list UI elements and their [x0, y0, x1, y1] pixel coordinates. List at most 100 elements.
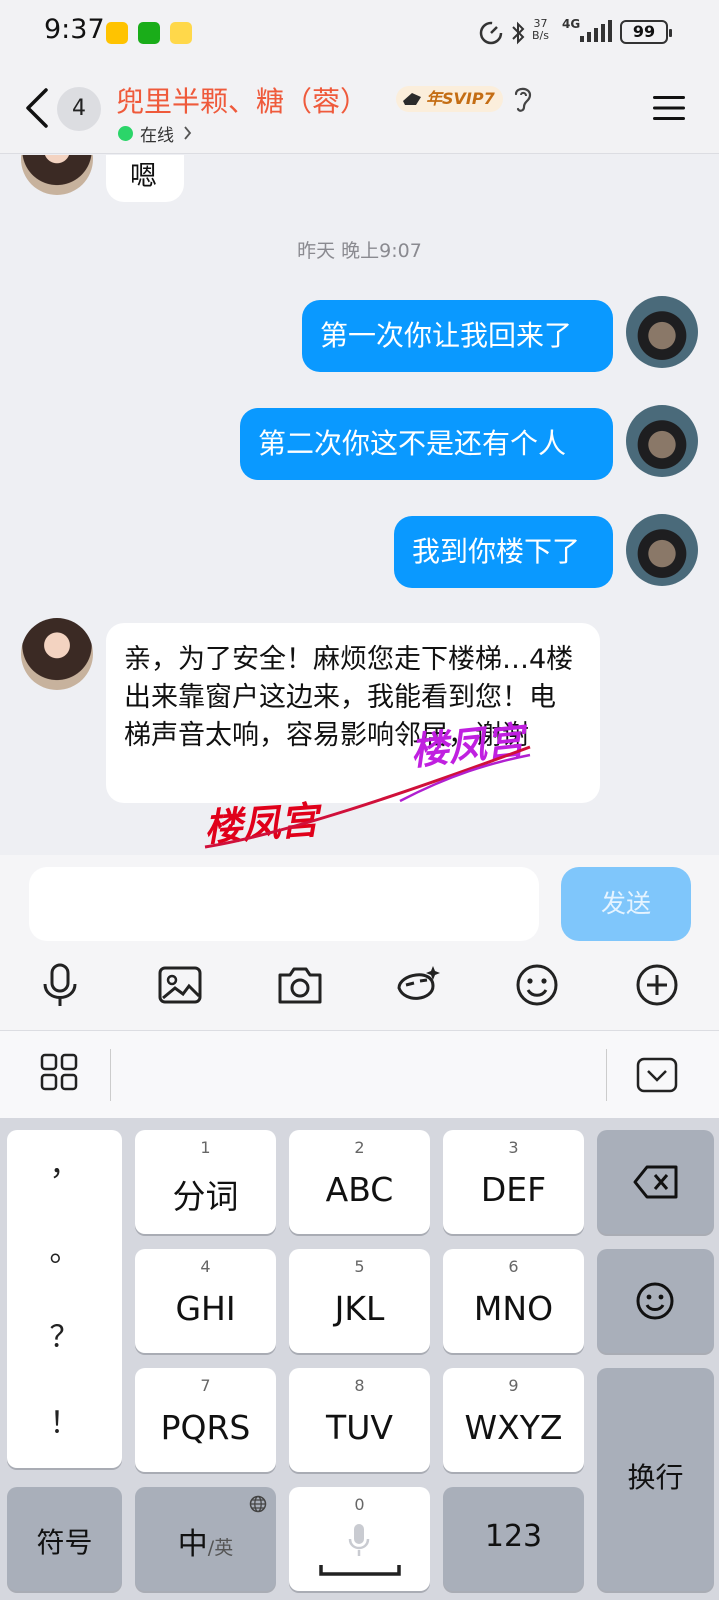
period-key[interactable]: 。 — [7, 1226, 122, 1270]
symbols-key[interactable]: 符号 — [7, 1487, 122, 1591]
backspace-key[interactable] — [597, 1130, 714, 1234]
key-number: 6 — [508, 1257, 519, 1276]
key-number: 1 — [200, 1138, 211, 1157]
key-label: MNO — [473, 1289, 554, 1328]
outgoing-message[interactable]: 第一次你让我回来了 — [302, 300, 613, 372]
back-arrow-icon[interactable] — [22, 86, 52, 130]
chat-message-list[interactable]: 嗯 昨天 晚上9:07 第一次你让我回来了 第二次你这不是还有个人 我到你楼下了… — [0, 155, 719, 855]
outgoing-message[interactable]: 我到你楼下了 — [394, 516, 613, 588]
key-number: 3 — [508, 1138, 519, 1157]
key-2[interactable]: 2 ABC — [289, 1130, 430, 1234]
key-number: 0 — [354, 1495, 365, 1514]
key-label: WXYZ — [464, 1408, 563, 1447]
crown-icon — [403, 93, 421, 105]
send-button[interactable]: 发送 — [561, 867, 691, 941]
chevron-right-icon[interactable] — [183, 126, 192, 140]
status-time: 9:37 — [44, 14, 105, 45]
key-number: 4 — [200, 1257, 211, 1276]
key-label: TUV — [326, 1408, 393, 1447]
punctuation-column[interactable]: ， 。 ？ ！ — [7, 1130, 122, 1468]
camera-icon[interactable] — [275, 960, 325, 1010]
svip-badge[interactable]: 年SVIP7 — [396, 86, 503, 112]
symbols-key-label: 符号 — [36, 1526, 93, 1559]
contact-avatar[interactable] — [21, 155, 93, 195]
comma-key[interactable]: ， — [7, 1140, 122, 1184]
key-9[interactable]: 9 WXYZ — [443, 1368, 584, 1472]
backspace-icon — [633, 1165, 678, 1199]
key-number: 5 — [354, 1257, 365, 1276]
contact-name[interactable]: 兜里半颗、糖（蓉） — [116, 80, 368, 120]
wechat-icon — [138, 22, 160, 44]
my-avatar[interactable] — [626, 514, 698, 586]
emoji-icon — [636, 1282, 674, 1320]
key-6[interactable]: 6 MNO — [443, 1249, 584, 1353]
message-timestamp: 昨天 晚上9:07 — [297, 240, 422, 262]
voice-input-icon — [348, 1524, 370, 1556]
lang-main: 中 — [177, 1527, 208, 1562]
input-area: 发送 — [0, 855, 719, 1030]
exclaim-key[interactable]: ！ — [7, 1398, 122, 1442]
emoji-icon[interactable] — [512, 960, 562, 1010]
key-number: 2 — [354, 1138, 365, 1157]
keyboard: ， 。 ？ ！ 1 分词 2 ABC 3 DEF 4 GHI 5 JKL 6 MNO 7 PQ… — [0, 1118, 719, 1600]
key-number: 7 — [200, 1376, 211, 1395]
svip-badge-label: 年SVIP7 — [426, 89, 495, 108]
mic-icon[interactable] — [35, 960, 85, 1010]
space-bar-icon — [319, 1565, 401, 1576]
chat-header: 4 兜里半颗、糖（蓉） 年SVIP7 在线 — [0, 64, 719, 154]
key-5[interactable]: 5 JKL — [289, 1249, 430, 1353]
online-status-text[interactable]: 在线 — [140, 121, 174, 146]
key-label: 分词 — [172, 1177, 239, 1216]
lang-alt: /英 — [207, 1537, 234, 1559]
numeric-key-label: 123 — [484, 1519, 543, 1554]
emoji-key[interactable] — [597, 1249, 714, 1353]
unread-count-badge[interactable]: 4 — [57, 87, 101, 131]
my-avatar[interactable] — [626, 405, 698, 477]
key-3[interactable]: 3 DEF — [443, 1130, 584, 1234]
message-text: 嗯 — [130, 161, 157, 192]
key-label: GHI — [175, 1289, 236, 1328]
language-switch-label: 中/英 — [135, 1519, 276, 1563]
contact-avatar[interactable] — [21, 618, 93, 690]
enter-key[interactable]: 换行 — [597, 1368, 714, 1591]
data-saver-icon — [479, 21, 503, 45]
watermark-swoosh — [204, 745, 531, 849]
key-number: 9 — [508, 1376, 519, 1395]
my-avatar[interactable] — [626, 296, 698, 368]
battery-indicator: 99 — [620, 20, 672, 44]
apps-grid-icon[interactable] — [40, 1053, 78, 1091]
image-icon[interactable] — [155, 960, 205, 1010]
message-input[interactable] — [29, 867, 539, 941]
globe-icon — [249, 1495, 267, 1513]
question-key[interactable]: ？ — [7, 1312, 122, 1356]
signal-icon — [580, 20, 612, 42]
net-speed: 37 B/s — [532, 18, 549, 42]
status-bar: 9:37 37 B/s 4G 99 — [0, 0, 719, 64]
key-4[interactable]: 4 GHI — [135, 1249, 276, 1353]
space-key[interactable]: 0 — [289, 1487, 430, 1591]
numeric-key[interactable]: 123 — [443, 1487, 584, 1591]
key-number: 8 — [354, 1376, 365, 1395]
app-notification-icon — [170, 22, 192, 44]
key-label: JKL — [334, 1289, 385, 1328]
divider — [606, 1049, 607, 1101]
key-label: DEF — [480, 1170, 547, 1209]
key-8[interactable]: 8 TUV — [289, 1368, 430, 1472]
net-speed-unit: B/s — [532, 29, 549, 42]
ear-icon[interactable] — [512, 84, 534, 114]
sticker-icon[interactable] — [393, 960, 443, 1010]
meituan-icon — [106, 22, 128, 44]
key-7[interactable]: 7 PQRS — [135, 1368, 276, 1472]
menu-icon[interactable] — [652, 94, 686, 122]
keyboard-toolbar — [0, 1030, 719, 1118]
key-1[interactable]: 1 分词 — [135, 1130, 276, 1234]
key-label: PQRS — [160, 1408, 251, 1447]
divider — [110, 1049, 111, 1101]
online-status-dot — [118, 126, 133, 141]
hide-keyboard-icon[interactable] — [636, 1057, 678, 1093]
incoming-message[interactable]: 嗯 — [106, 155, 184, 202]
plus-icon[interactable] — [632, 960, 682, 1010]
bluetooth-icon — [512, 21, 525, 45]
language-switch-key[interactable]: 中/英 — [135, 1487, 276, 1591]
outgoing-message[interactable]: 第二次你这不是还有个人 — [240, 408, 613, 480]
